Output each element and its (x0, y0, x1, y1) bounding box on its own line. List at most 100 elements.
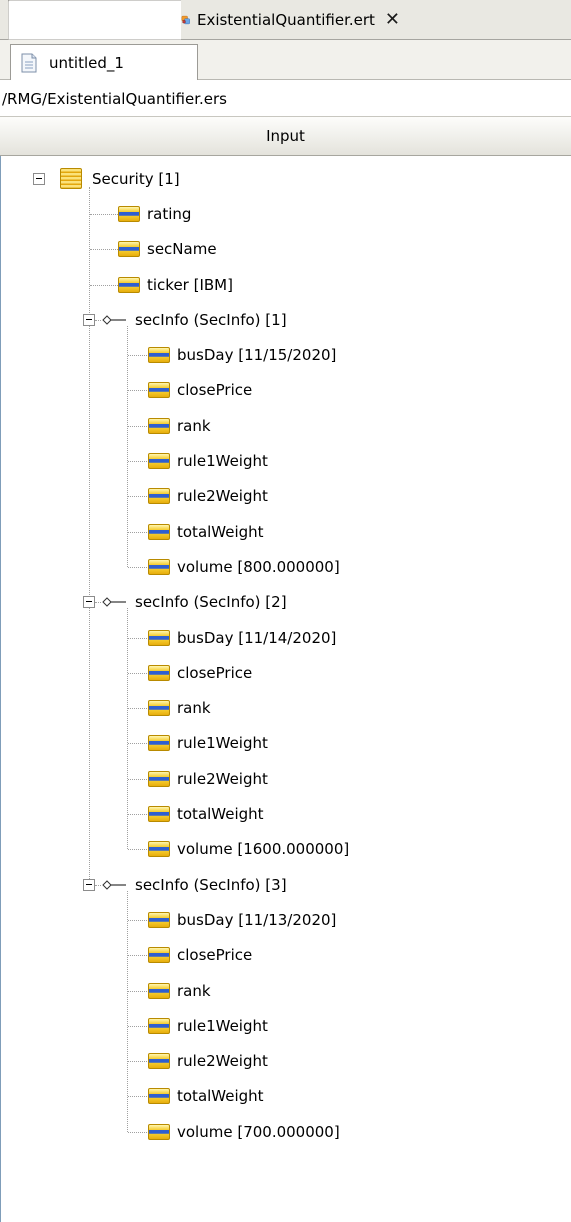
tree-guide-line (128, 849, 147, 851)
tree-guide-line (128, 531, 147, 533)
tree-node-field[interactable]: volume [1600.000000] (148, 832, 349, 866)
tree-node-field[interactable]: volume [700.000000] (148, 1115, 340, 1149)
tree-node-field[interactable]: busDay [11/15/2020] (148, 338, 336, 372)
tree-node-relation[interactable]: secInfo (SecInfo) [2] (101, 585, 287, 619)
field-icon (118, 205, 140, 222)
tree-node-field[interactable]: rank (148, 974, 211, 1008)
tree-expander-toggle[interactable] (83, 313, 95, 326)
relation-diamond-icon (102, 879, 126, 890)
tree-guide-line (128, 566, 147, 568)
tree-guide-line (128, 1025, 147, 1027)
close-icon[interactable]: ✕ (385, 11, 400, 29)
rule-editor-icon (182, 15, 191, 25)
tree-node-field[interactable]: rule1Weight (148, 1009, 268, 1043)
tree-node-field[interactable]: busDay [11/13/2020] (148, 903, 336, 937)
tree-node-field[interactable]: ticker [IBM] (118, 268, 233, 302)
tree-node-label: totalWeight (177, 805, 264, 824)
editor-tab-strip: ExistentialQuantifier.ert ✕ (0, 0, 571, 40)
tree-expander-toggle[interactable] (83, 878, 95, 891)
input-tree: Security [1] rating secName ticker [IBM] sec… (0, 156, 571, 1222)
tree-node-field[interactable]: rule2Weight (148, 479, 268, 513)
tree-node-label: volume [700.000000] (177, 1122, 340, 1141)
tree-node-field[interactable]: rating (118, 197, 191, 231)
tree-node-field[interactable]: busDay [11/14/2020] (148, 621, 336, 655)
tree-node-label: rank (177, 981, 211, 1000)
tree-guide-line (128, 1131, 147, 1133)
tree-guide-line (128, 496, 147, 498)
tree-node-field[interactable]: closePrice (148, 656, 252, 690)
tree-node-field[interactable]: rule1Weight (148, 444, 268, 478)
relation-diamond-icon (102, 597, 126, 607)
tree-node-label: rank (177, 416, 211, 435)
field-icon (148, 382, 170, 399)
tree-node-label: Security [1] (92, 169, 180, 188)
tree-node-label: ticker [IBM] (147, 275, 233, 294)
tree-node-label: volume [1600.000000] (177, 840, 350, 859)
field-icon (148, 629, 170, 646)
tree-guide-line (90, 213, 118, 215)
tree-guide-line (128, 919, 147, 921)
tree-node-field[interactable]: rank (148, 691, 211, 725)
tab-shape (8, 0, 182, 40)
field-icon (148, 770, 170, 787)
tree-node-class[interactable]: Security [1] (60, 162, 180, 196)
field-icon (148, 700, 170, 717)
tree-node-field[interactable]: volume [800.000000] (148, 550, 340, 584)
editor-tab-title: ExistentialQuantifier.ert (196, 11, 375, 29)
field-icon (148, 1053, 170, 1070)
tree-node-relation[interactable]: secInfo (SecInfo) [3] (101, 868, 287, 902)
tree-node-label: rule2Weight (177, 769, 268, 788)
tree-node-label: rule1Weight (177, 452, 268, 471)
tree-node-field[interactable]: totalWeight (148, 515, 264, 549)
field-icon (148, 558, 170, 575)
tree-node-label: rule2Weight (177, 487, 268, 506)
field-icon (148, 1017, 170, 1034)
tree-guide-line (90, 249, 118, 251)
column-header-input[interactable]: Input (0, 116, 571, 156)
tree-node-field[interactable]: rule2Weight (148, 762, 268, 796)
tree-node-label: rule2Weight (177, 1052, 268, 1071)
tree-node-field[interactable]: rule1Weight (148, 726, 268, 760)
tree-expander-toggle[interactable] (33, 172, 45, 185)
tree-guide-line (128, 672, 147, 674)
document-icon (21, 53, 37, 72)
tree-node-field[interactable]: rule2Weight (148, 1044, 268, 1078)
tree-guide-line (128, 955, 147, 957)
tree-guide-line (128, 990, 147, 992)
tree-node-label: rating (147, 204, 192, 223)
tree-node-label: secInfo (SecInfo) [2] (135, 593, 287, 612)
tree-node-label: secInfo (SecInfo) [1] (135, 310, 287, 329)
relation-diamond-icon (102, 315, 126, 325)
editor-tab[interactable]: ExistentialQuantifier.ert ✕ (0, 0, 400, 40)
field-icon (148, 947, 170, 964)
tree-node-field[interactable]: closePrice (148, 938, 252, 972)
tree-node-label: busDay [11/13/2020] (177, 910, 337, 929)
tree-node-label: busDay [11/14/2020] (177, 628, 337, 647)
tree-guide-line (90, 284, 118, 286)
class-icon (60, 168, 82, 190)
field-icon (148, 347, 170, 364)
tree-guide-line (128, 1096, 147, 1098)
tree-expander-toggle[interactable] (83, 596, 95, 609)
tree-node-field[interactable]: totalWeight (148, 797, 264, 831)
tree-node-label: volume [800.000000] (177, 557, 340, 576)
tree-guide-line (128, 708, 147, 710)
tree-node-label: secName (147, 240, 217, 259)
field-icon (118, 241, 140, 258)
tree-guide-line (128, 425, 147, 427)
tree-node-relation[interactable]: secInfo (SecInfo) [1] (101, 303, 287, 337)
field-icon (118, 276, 140, 293)
field-icon (148, 523, 170, 540)
tree-node-field[interactable]: closePrice (148, 373, 252, 407)
tree-node-field[interactable]: secName (118, 232, 217, 266)
field-icon (148, 911, 170, 928)
tree-node-field[interactable]: totalWeight (148, 1079, 264, 1113)
tree-node-label: busDay [11/15/2020] (177, 346, 337, 365)
field-icon (148, 1088, 170, 1105)
tree-node-field[interactable]: rank (148, 409, 211, 443)
field-icon (148, 841, 170, 858)
tab-untitled-1[interactable]: untitled_1 (10, 44, 198, 80)
tree-node-label: rank (177, 699, 211, 718)
field-icon (148, 453, 170, 470)
tree-guide-line (89, 186, 90, 885)
